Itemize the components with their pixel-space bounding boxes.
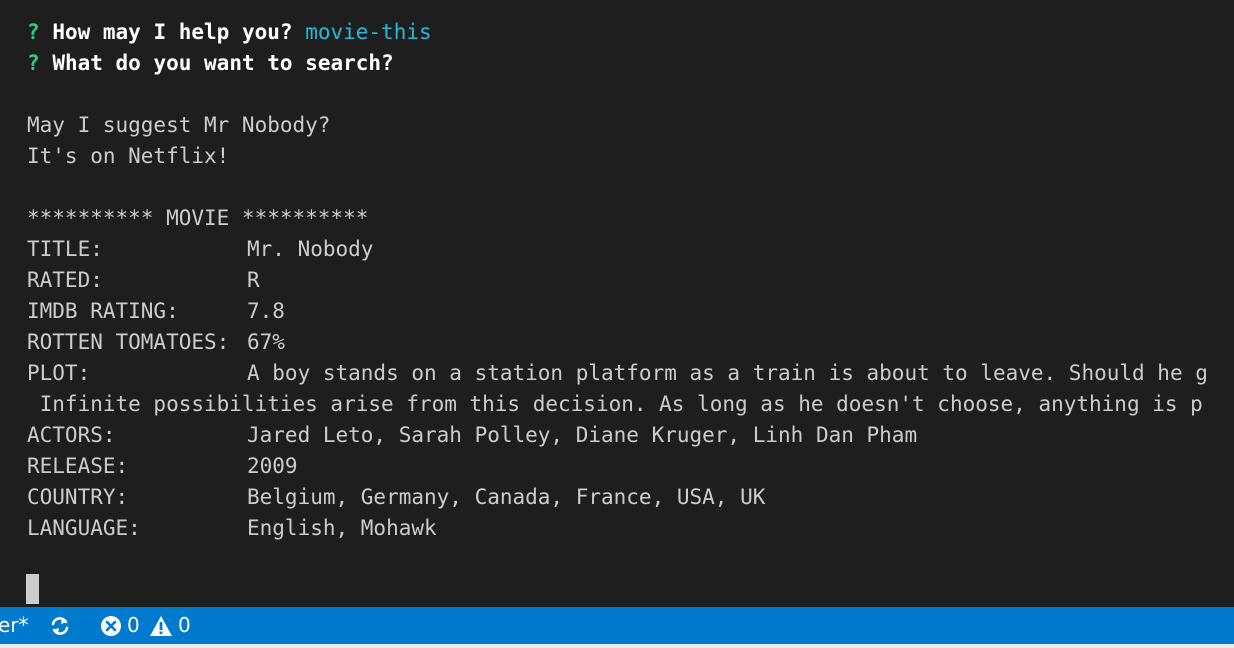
error-count[interactable]: 0 bbox=[127, 607, 140, 644]
field-label: TITLE: bbox=[27, 237, 103, 261]
suggestion-line: May I suggest Mr Nobody? bbox=[27, 113, 331, 137]
field-actors: ACTORS: Jared Leto, Sarah Polley, Diane K… bbox=[27, 420, 917, 451]
field-plot: PLOT: A boy stands on a station platform … bbox=[27, 358, 1208, 389]
field-value: 7.8 bbox=[247, 299, 285, 323]
plot-continuation: Infinite possibilities arise from this d… bbox=[27, 392, 1203, 416]
suggestion-line: It's on Netflix! bbox=[27, 144, 230, 168]
sync-icon[interactable] bbox=[49, 615, 71, 642]
field-label: ACTORS: bbox=[27, 423, 116, 447]
field-label: COUNTRY: bbox=[27, 485, 129, 509]
branch-name[interactable]: er* bbox=[0, 607, 29, 644]
field-title: TITLE: Mr. Nobody bbox=[27, 234, 373, 265]
error-icon[interactable] bbox=[100, 615, 122, 642]
prompt-marker: ? bbox=[27, 20, 40, 44]
field-label: IMDB RATING: bbox=[27, 299, 179, 323]
field-country: COUNTRY: Belgium, Germany, Canada, France… bbox=[27, 482, 765, 513]
field-label: LANGUAGE: bbox=[27, 516, 141, 540]
field-value: A boy stands on a station platform as a … bbox=[247, 361, 1208, 385]
field-value: Jared Leto, Sarah Polley, Diane Kruger, … bbox=[247, 423, 918, 447]
field-language: LANGUAGE: English, Mohawk bbox=[27, 513, 437, 544]
field-value: English, Mohawk bbox=[247, 516, 437, 540]
field-value: Belgium, Germany, Canada, France, USA, U… bbox=[247, 485, 766, 509]
field-label: ROTTEN TOMATOES: bbox=[27, 330, 230, 354]
movie-header: ********** MOVIE ********** bbox=[27, 206, 369, 230]
prompt-marker: ? bbox=[27, 51, 40, 75]
error-icon-graphic bbox=[101, 616, 121, 636]
warning-icon-graphic bbox=[150, 616, 172, 636]
field-value: 2009 bbox=[247, 454, 298, 478]
prompt-line-2: ? What do you want to search? bbox=[27, 48, 394, 79]
field-value: Mr. Nobody bbox=[247, 237, 374, 261]
window-bottom-edge bbox=[0, 644, 1234, 648]
field-value: 67% bbox=[247, 330, 285, 354]
prompt-answer: movie-this bbox=[305, 20, 432, 44]
prompt-question: What do you want to search? bbox=[52, 51, 394, 75]
prompt-line-1: ? How may I help you? movie-this bbox=[27, 17, 432, 48]
field-label: RELEASE: bbox=[27, 454, 129, 478]
warning-count[interactable]: 0 bbox=[178, 607, 191, 644]
field-rated: RATED: R bbox=[27, 265, 260, 296]
sync-icon-graphic bbox=[51, 617, 69, 635]
field-label: PLOT: bbox=[27, 361, 91, 385]
terminal-panel[interactable]: ? How may I help you? movie-this ? What … bbox=[0, 0, 1234, 607]
warning-icon[interactable] bbox=[149, 615, 173, 642]
terminal-cursor bbox=[26, 574, 39, 604]
field-release: RELEASE: 2009 bbox=[27, 451, 298, 482]
field-imdb-rating: IMDB RATING: 7.8 bbox=[27, 296, 285, 327]
field-value: R bbox=[247, 268, 260, 292]
prompt-question: How may I help you? bbox=[52, 20, 293, 44]
field-label: RATED: bbox=[27, 268, 103, 292]
app-window: ? How may I help you? movie-this ? What … bbox=[0, 0, 1234, 648]
status-bar: er* 0 0 bbox=[0, 607, 1234, 644]
field-rotten-tomatoes: ROTTEN TOMATOES: 67% bbox=[27, 327, 285, 358]
